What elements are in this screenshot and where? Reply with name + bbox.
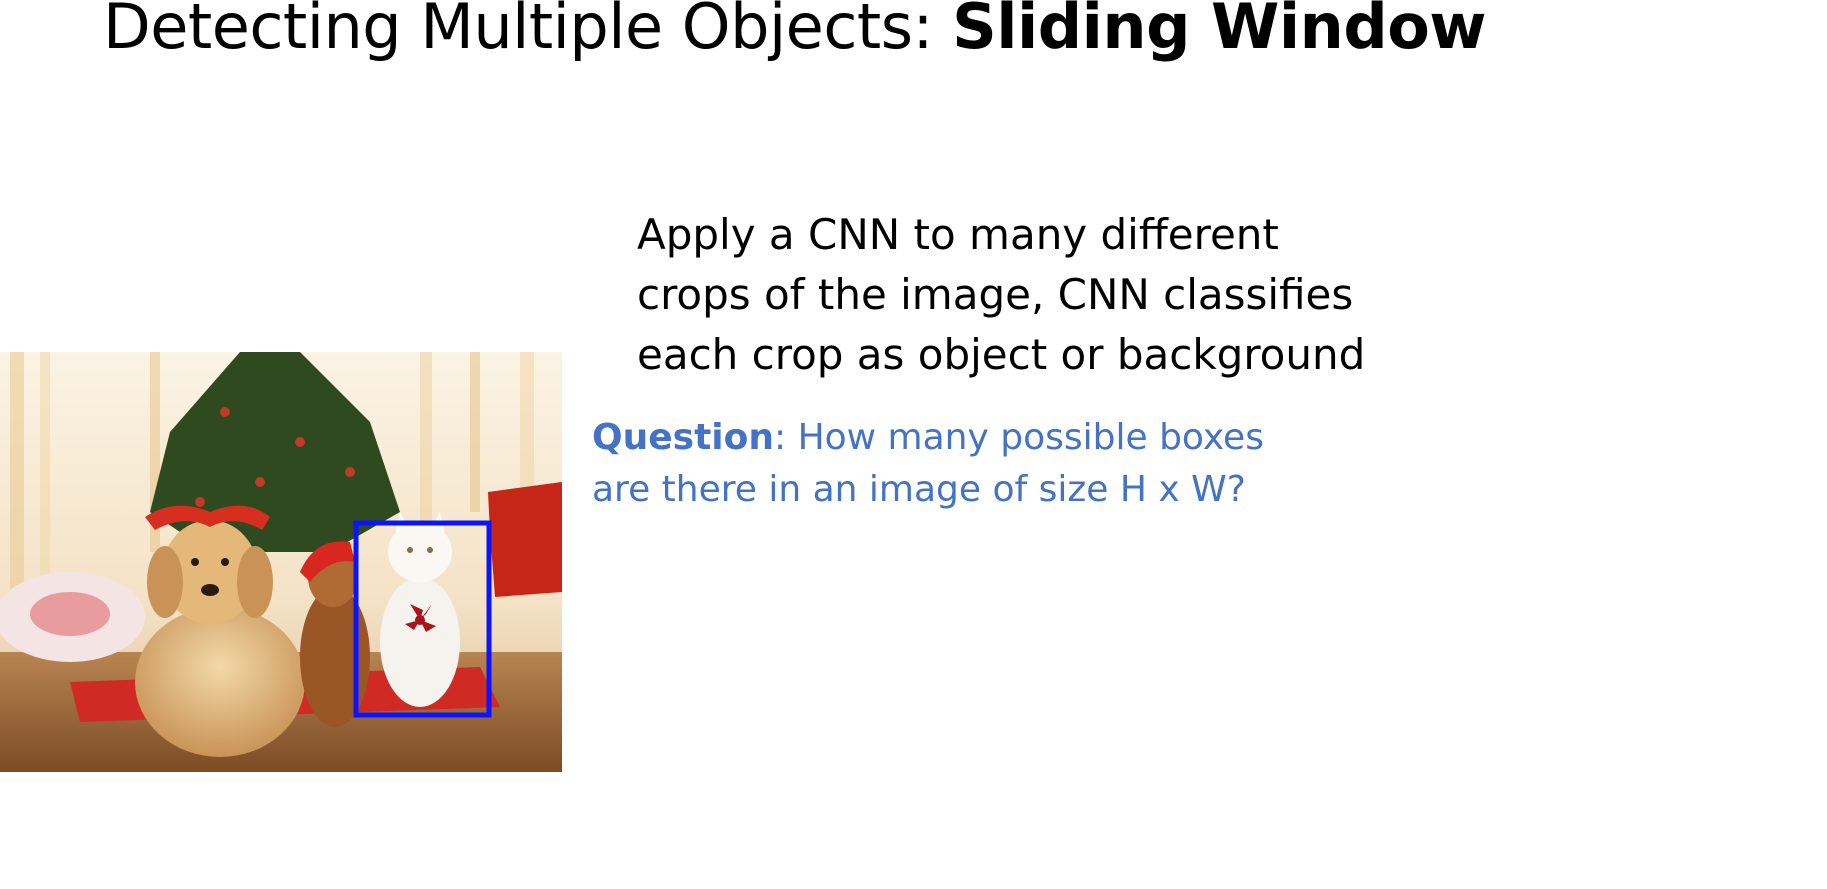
question-text: Question: How many possible boxes are th… [592, 412, 1312, 516]
spaniel-body [300, 587, 370, 727]
golden-dog-body [135, 607, 305, 757]
question-line-1: Question: How many possible boxes [592, 412, 1312, 464]
body-text: Apply a CNN to many different crops of t… [637, 205, 1366, 385]
red-sofa-shape [488, 482, 562, 597]
slide-title: Detecting Multiple Objects: Sliding Wind… [103, 0, 1487, 64]
question-line-1-rest: : How many possible boxes [774, 417, 1264, 458]
question-label: Question [592, 417, 774, 458]
question-line-2: are there in an image of size H x W? [592, 469, 1246, 510]
title-regular-text: Detecting Multiple Objects: [103, 0, 953, 63]
body-line-1: Apply a CNN to many different [637, 210, 1279, 259]
title-bold-text: Sliding Window [952, 0, 1487, 63]
body-line-3: each crop as object or background [637, 330, 1366, 379]
body-line-2: crops of the image, CNN classifies [637, 270, 1354, 319]
example-photo [0, 352, 562, 772]
cat-body [380, 577, 460, 707]
